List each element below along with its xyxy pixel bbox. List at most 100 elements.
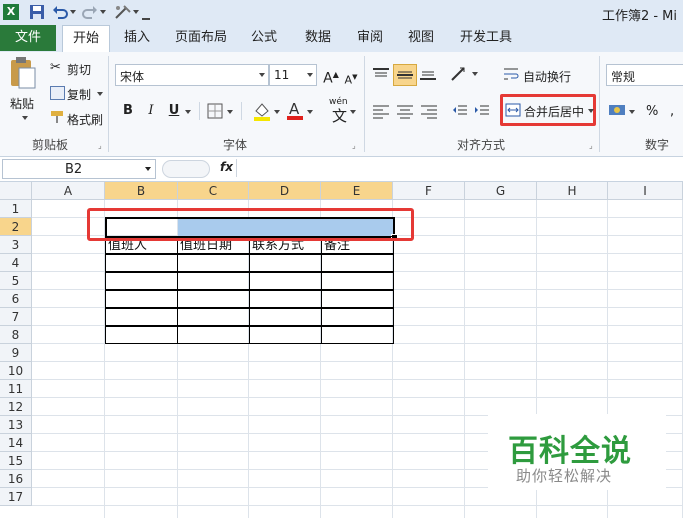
- borders-dropdown-icon[interactable]: [227, 110, 233, 114]
- underline-button[interactable]: U: [164, 101, 184, 121]
- table-cell[interactable]: [321, 272, 394, 290]
- font-launcher-icon[interactable]: ⌟: [352, 141, 356, 150]
- font-color-dropdown-icon[interactable]: [307, 110, 313, 114]
- align-right-icon[interactable]: [420, 103, 438, 122]
- copy-dropdown-icon[interactable]: [97, 92, 103, 96]
- tab-page-layout[interactable]: 页面布局: [170, 25, 232, 51]
- insert-function-button[interactable]: fx: [220, 160, 233, 174]
- row-header-6[interactable]: 6: [0, 290, 32, 308]
- formula-input[interactable]: [236, 159, 683, 177]
- table-cell[interactable]: [249, 290, 322, 308]
- comma-style-icon[interactable]: ,: [670, 104, 674, 119]
- orientation-icon[interactable]: [450, 66, 470, 85]
- align-middle-icon[interactable]: [393, 64, 417, 86]
- column-header-f[interactable]: F: [393, 182, 465, 200]
- row-header-14[interactable]: 14: [0, 434, 32, 452]
- percent-button[interactable]: %: [646, 104, 658, 119]
- align-top-icon[interactable]: [372, 67, 390, 84]
- tab-insert[interactable]: 插入: [118, 25, 156, 51]
- table-cell[interactable]: [105, 290, 178, 308]
- font-name-combo[interactable]: 宋体: [115, 64, 269, 86]
- merge-center-button[interactable]: 合并后居中: [524, 103, 584, 120]
- row-header-17[interactable]: 17: [0, 488, 32, 506]
- orientation-dropdown-icon[interactable]: [472, 72, 478, 76]
- table-cell[interactable]: [249, 272, 322, 290]
- row-header-12[interactable]: 12: [0, 398, 32, 416]
- redo-dropdown-icon[interactable]: [100, 10, 106, 14]
- alignment-launcher-icon[interactable]: ⌟: [589, 141, 593, 150]
- merge-center-dropdown-icon[interactable]: [588, 109, 594, 113]
- font-name-dropdown-icon[interactable]: [259, 73, 265, 77]
- fill-color-dropdown-icon[interactable]: [274, 110, 280, 114]
- row-header-4[interactable]: 4: [0, 254, 32, 272]
- table-cell[interactable]: [105, 326, 178, 344]
- table-cell[interactable]: [177, 326, 250, 344]
- shrink-font-button[interactable]: A▼: [341, 67, 361, 87]
- bold-button[interactable]: B: [118, 101, 138, 121]
- paste-icon[interactable]: [8, 56, 38, 90]
- paste-dropdown-icon[interactable]: [22, 116, 28, 120]
- customize-icon[interactable]: [142, 6, 150, 20]
- align-center-icon[interactable]: [396, 103, 414, 122]
- column-header-h[interactable]: H: [537, 182, 608, 200]
- name-box[interactable]: B2: [2, 159, 156, 179]
- table-cell[interactable]: [105, 254, 178, 272]
- row-header-16[interactable]: 16: [0, 470, 32, 488]
- phonetic-button[interactable]: 文: [332, 105, 347, 126]
- row-header-3[interactable]: 3: [0, 236, 32, 254]
- table-cell[interactable]: [177, 254, 250, 272]
- italic-button[interactable]: I: [141, 101, 161, 121]
- undo-dropdown-icon[interactable]: [70, 10, 76, 14]
- column-header-a[interactable]: A: [32, 182, 105, 200]
- row-header-5[interactable]: 5: [0, 272, 32, 290]
- phonetic-dropdown-icon[interactable]: [350, 110, 356, 114]
- table-cell[interactable]: [177, 272, 250, 290]
- row-header-1[interactable]: 1: [0, 200, 32, 218]
- select-all-corner[interactable]: [0, 182, 32, 200]
- table-cell[interactable]: [105, 308, 178, 326]
- table-cell[interactable]: [177, 308, 250, 326]
- row-header-15[interactable]: 15: [0, 452, 32, 470]
- table-cell[interactable]: [105, 272, 178, 290]
- copy-button[interactable]: 复制: [67, 86, 91, 103]
- row-header-13[interactable]: 13: [0, 416, 32, 434]
- row-header-7[interactable]: 7: [0, 308, 32, 326]
- table-cell[interactable]: [321, 290, 394, 308]
- wrap-text-button[interactable]: 自动换行: [523, 68, 571, 85]
- font-size-combo[interactable]: 11: [269, 64, 317, 86]
- borders-icon[interactable]: [207, 103, 223, 122]
- excel-logo-icon[interactable]: X: [3, 4, 19, 20]
- font-color-icon[interactable]: A: [286, 100, 304, 123]
- tab-view[interactable]: 视图: [402, 25, 440, 51]
- column-header-i[interactable]: I: [608, 182, 683, 200]
- redo-icon[interactable]: [82, 4, 98, 20]
- table-cell[interactable]: [321, 308, 394, 326]
- tab-file[interactable]: 文件: [0, 25, 56, 51]
- table-cell[interactable]: [321, 326, 394, 344]
- tab-home[interactable]: 开始: [62, 25, 110, 53]
- align-left-icon[interactable]: [372, 103, 390, 122]
- row-header-11[interactable]: 11: [0, 380, 32, 398]
- column-header-g[interactable]: G: [465, 182, 537, 200]
- name-box-dropdown-icon[interactable]: [145, 167, 151, 171]
- table-cell[interactable]: [249, 254, 322, 272]
- decrease-indent-icon[interactable]: [452, 103, 468, 122]
- increase-indent-icon[interactable]: [474, 103, 490, 122]
- underline-dropdown-icon[interactable]: [185, 110, 191, 114]
- row-header-2[interactable]: 2: [0, 218, 32, 236]
- formula-bar-expander[interactable]: [162, 160, 210, 178]
- column-header-d[interactable]: D: [249, 182, 321, 200]
- paste-button[interactable]: 粘贴: [10, 95, 34, 112]
- tab-review[interactable]: 审阅: [351, 25, 389, 51]
- table-cell[interactable]: [321, 254, 394, 272]
- cut-button[interactable]: 剪切: [67, 61, 91, 78]
- currency-dropdown-icon[interactable]: [629, 110, 635, 114]
- fill-color-icon[interactable]: [252, 101, 272, 124]
- clipboard-launcher-icon[interactable]: ⌟: [98, 141, 102, 150]
- row-header-9[interactable]: 9: [0, 344, 32, 362]
- tab-data[interactable]: 数据: [298, 25, 338, 51]
- currency-icon[interactable]: [608, 102, 626, 121]
- tab-developer[interactable]: 开发工具: [454, 25, 518, 51]
- table-cell[interactable]: [249, 326, 322, 344]
- tools-icon[interactable]: [114, 4, 131, 20]
